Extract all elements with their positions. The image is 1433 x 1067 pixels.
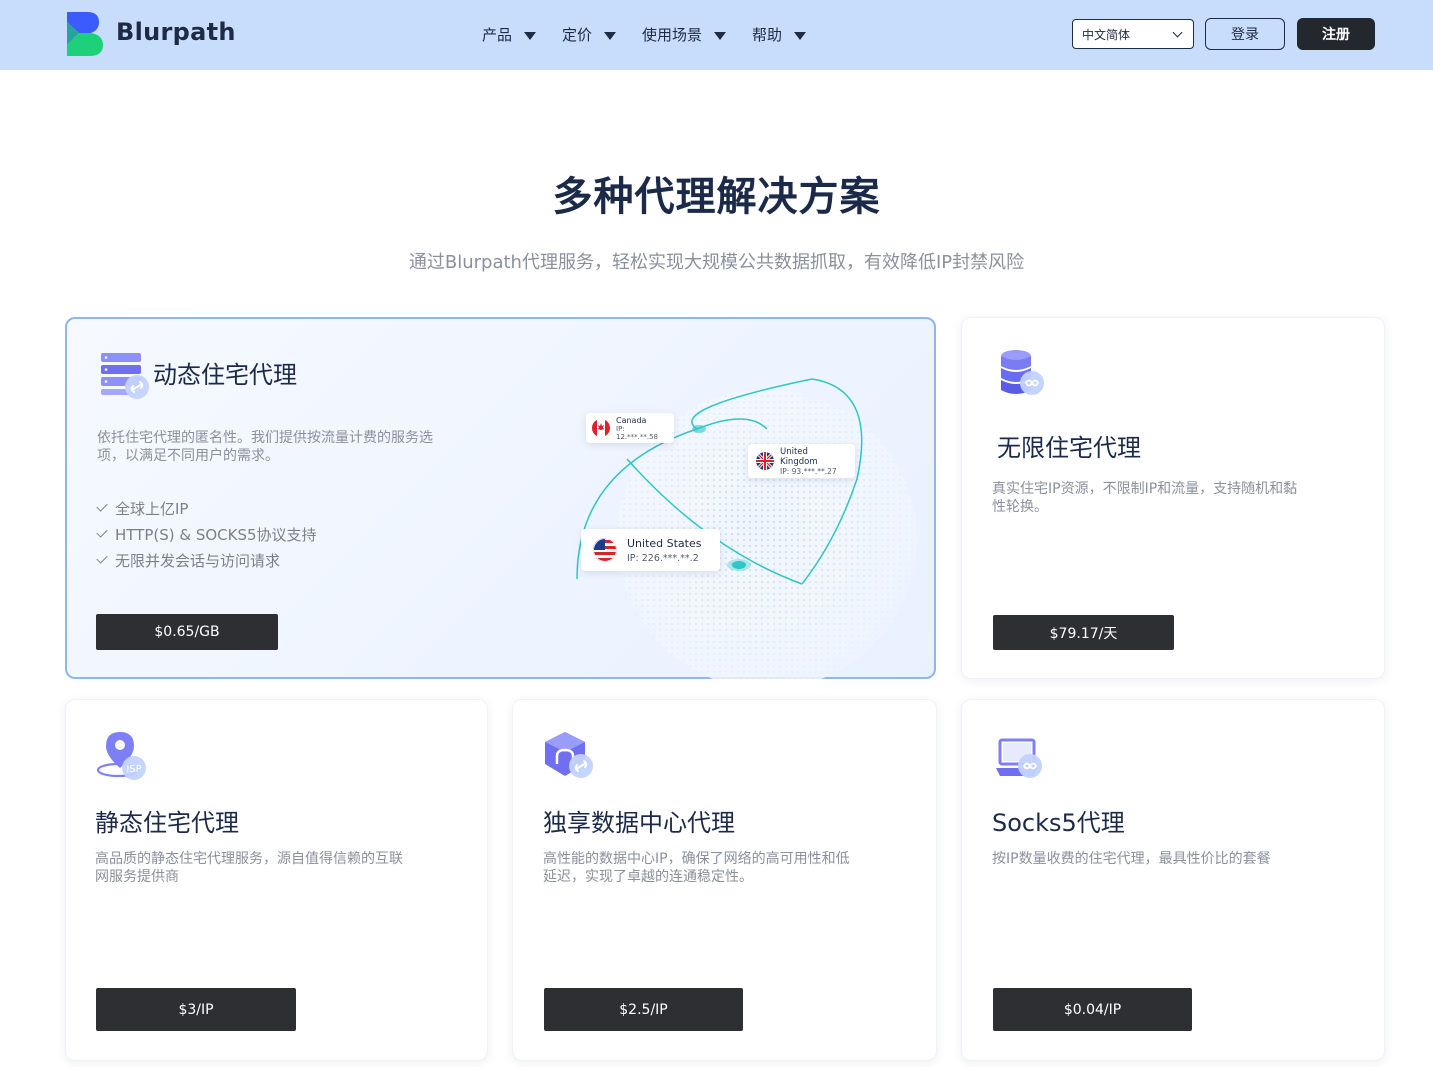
main-nav: 产品 定价 使用场景 帮助 bbox=[482, 24, 832, 45]
description-line: 网服务提供商 bbox=[95, 869, 179, 885]
uk-flag-icon bbox=[756, 452, 774, 470]
register-button[interactable]: 注册 bbox=[1297, 18, 1375, 50]
location-ip: IP: 93.***.**.27 bbox=[780, 466, 837, 476]
feature-label: 无限并发会话与访问请求 bbox=[115, 551, 281, 570]
description-line: 延迟，实现了卓越的连通稳定性。 bbox=[543, 869, 753, 885]
location-ip: IP: 226.***.**.2 bbox=[627, 552, 699, 564]
card-description: 真实住宅IP资源，不限制IP和流量，支持随机和黏 性轮换。 bbox=[992, 480, 1362, 516]
card-description: 高品质的静态住宅代理服务，源自值得信赖的互联 网服务提供商 bbox=[95, 850, 465, 886]
location-name: Canada bbox=[616, 415, 647, 425]
description-line: 按IP数量收费的住宅代理，最具性价比的套餐 bbox=[992, 851, 1271, 867]
location-name: United States bbox=[627, 536, 702, 550]
nav-item-label: 帮助 bbox=[752, 26, 783, 44]
nav-item-help[interactable]: 帮助 bbox=[752, 24, 807, 45]
price-button[interactable]: $3/IP bbox=[96, 988, 296, 1031]
chevron-down-icon bbox=[1172, 27, 1183, 37]
card-title: 独享数据中心代理 bbox=[543, 809, 735, 837]
card-title: 静态住宅代理 bbox=[95, 809, 239, 837]
check-icon bbox=[96, 552, 108, 564]
card-dedicated-datacenter[interactable]: 独享数据中心代理 高性能的数据中心IP，确保了网络的高可用性和低 延迟，实现了卓… bbox=[512, 699, 937, 1061]
nav-item-products[interactable]: 产品 bbox=[482, 24, 537, 45]
card-description: 按IP数量收费的住宅代理，最具性价比的套餐 bbox=[992, 850, 1362, 868]
top-navbar: Blurpath 产品 定价 使用场景 帮助 中文简体 登录 注册 bbox=[0, 0, 1433, 70]
description-line: 高性能的数据中心IP，确保了网络的高可用性和低 bbox=[543, 851, 850, 867]
check-icon bbox=[96, 500, 108, 512]
card-static-residential[interactable]: ISP 静态住宅代理 高品质的静态住宅代理服务，源自值得信赖的互联 网服务提供商… bbox=[65, 699, 488, 1061]
description-line: 性轮换。 bbox=[992, 499, 1048, 515]
card-unlimited-residential[interactable]: 无限住宅代理 真实住宅IP资源，不限制IP和流量，支持随机和黏 性轮换。 $79… bbox=[961, 317, 1385, 679]
price-button[interactable]: $79.17/天 bbox=[993, 615, 1174, 650]
price-button[interactable]: $0.04/IP bbox=[993, 988, 1192, 1031]
caret-down-icon bbox=[714, 31, 727, 40]
card-title: 动态住宅代理 bbox=[153, 361, 297, 389]
us-flag-icon bbox=[593, 538, 617, 562]
login-button[interactable]: 登录 bbox=[1205, 18, 1285, 50]
location-isp-icon: ISP bbox=[96, 732, 146, 780]
nav-item-label: 定价 bbox=[562, 26, 593, 44]
caret-down-icon bbox=[604, 31, 617, 40]
feature-item: 全球上亿IP bbox=[96, 495, 317, 521]
nav-item-label: 产品 bbox=[482, 26, 513, 44]
logo[interactable] bbox=[67, 12, 103, 56]
feature-label: HTTP(S) & SOCKS5协议支持 bbox=[115, 525, 317, 544]
location-ip: IP: 12.***.**.58 bbox=[616, 424, 658, 441]
location-card-us: United States IP: 226.***.**.2 bbox=[581, 529, 720, 571]
description-line: 真实住宅IP资源，不限制IP和流量，支持随机和黏 bbox=[992, 481, 1298, 497]
page-title: 多种代理解决方案 bbox=[552, 174, 881, 220]
feature-label: 全球上亿IP bbox=[115, 499, 189, 518]
card-title: 无限住宅代理 bbox=[997, 434, 1141, 462]
canada-flag-icon bbox=[592, 419, 610, 437]
card-description: 高性能的数据中心IP，确保了网络的高可用性和低 延迟，实现了卓越的连通稳定性。 bbox=[543, 850, 913, 886]
language-select[interactable]: 中文简体 bbox=[1072, 19, 1194, 49]
datacenter-link-icon bbox=[545, 732, 593, 778]
location-card-canada: Canada IP: 12.***.**.58 bbox=[586, 413, 674, 443]
description-line: 项，以满足不同用户的需求。 bbox=[97, 448, 279, 464]
description-line: 依托住宅代理的匿名性。我们提供按流量计费的服务选 bbox=[97, 430, 433, 446]
price-button[interactable]: $0.65/GB bbox=[96, 614, 278, 650]
laptop-infinity-icon bbox=[996, 738, 1042, 778]
nav-item-label: 使用场景 bbox=[642, 26, 703, 44]
server-link-icon bbox=[101, 353, 149, 399]
check-icon bbox=[96, 526, 108, 538]
language-value: 中文简体 bbox=[1082, 27, 1131, 42]
description-line: 高品质的静态住宅代理服务，源自值得信赖的互联 bbox=[95, 851, 403, 867]
brand-name[interactable]: Blurpath bbox=[116, 18, 236, 46]
location-name: United Kingdom bbox=[780, 446, 818, 467]
card-description: 依托住宅代理的匿名性。我们提供按流量计费的服务选 项，以满足不同用户的需求。 bbox=[97, 429, 497, 465]
card-socks5[interactable]: Socks5代理 按IP数量收费的住宅代理，最具性价比的套餐 $0.04/IP bbox=[961, 699, 1385, 1061]
feature-item: HTTP(S) & SOCKS5协议支持 bbox=[96, 521, 317, 547]
location-card-uk: United Kingdom IP: 93.***.**.27 bbox=[748, 444, 855, 478]
caret-down-icon bbox=[794, 31, 807, 40]
nav-item-pricing[interactable]: 定价 bbox=[562, 24, 617, 45]
nav-item-use-cases[interactable]: 使用场景 bbox=[642, 24, 727, 45]
isp-icon-label: ISP bbox=[126, 764, 141, 775]
feature-item: 无限并发会话与访问请求 bbox=[96, 547, 317, 573]
card-title: Socks5代理 bbox=[992, 809, 1125, 837]
page-subtitle: 通过Blurpath代理服务，轻松实现大规模公共数据抓取，有效降低IP封禁风险 bbox=[408, 252, 1025, 273]
price-button[interactable]: $2.5/IP bbox=[544, 988, 743, 1031]
card-dynamic-residential[interactable]: 动态住宅代理 依托住宅代理的匿名性。我们提供按流量计费的服务选 项，以满足不同用… bbox=[65, 317, 936, 679]
database-infinity-icon bbox=[1001, 350, 1044, 395]
caret-down-icon bbox=[524, 31, 537, 40]
feature-list: 全球上亿IP HTTP(S) & SOCKS5协议支持 无限并发会话与访问请求 bbox=[96, 495, 317, 573]
